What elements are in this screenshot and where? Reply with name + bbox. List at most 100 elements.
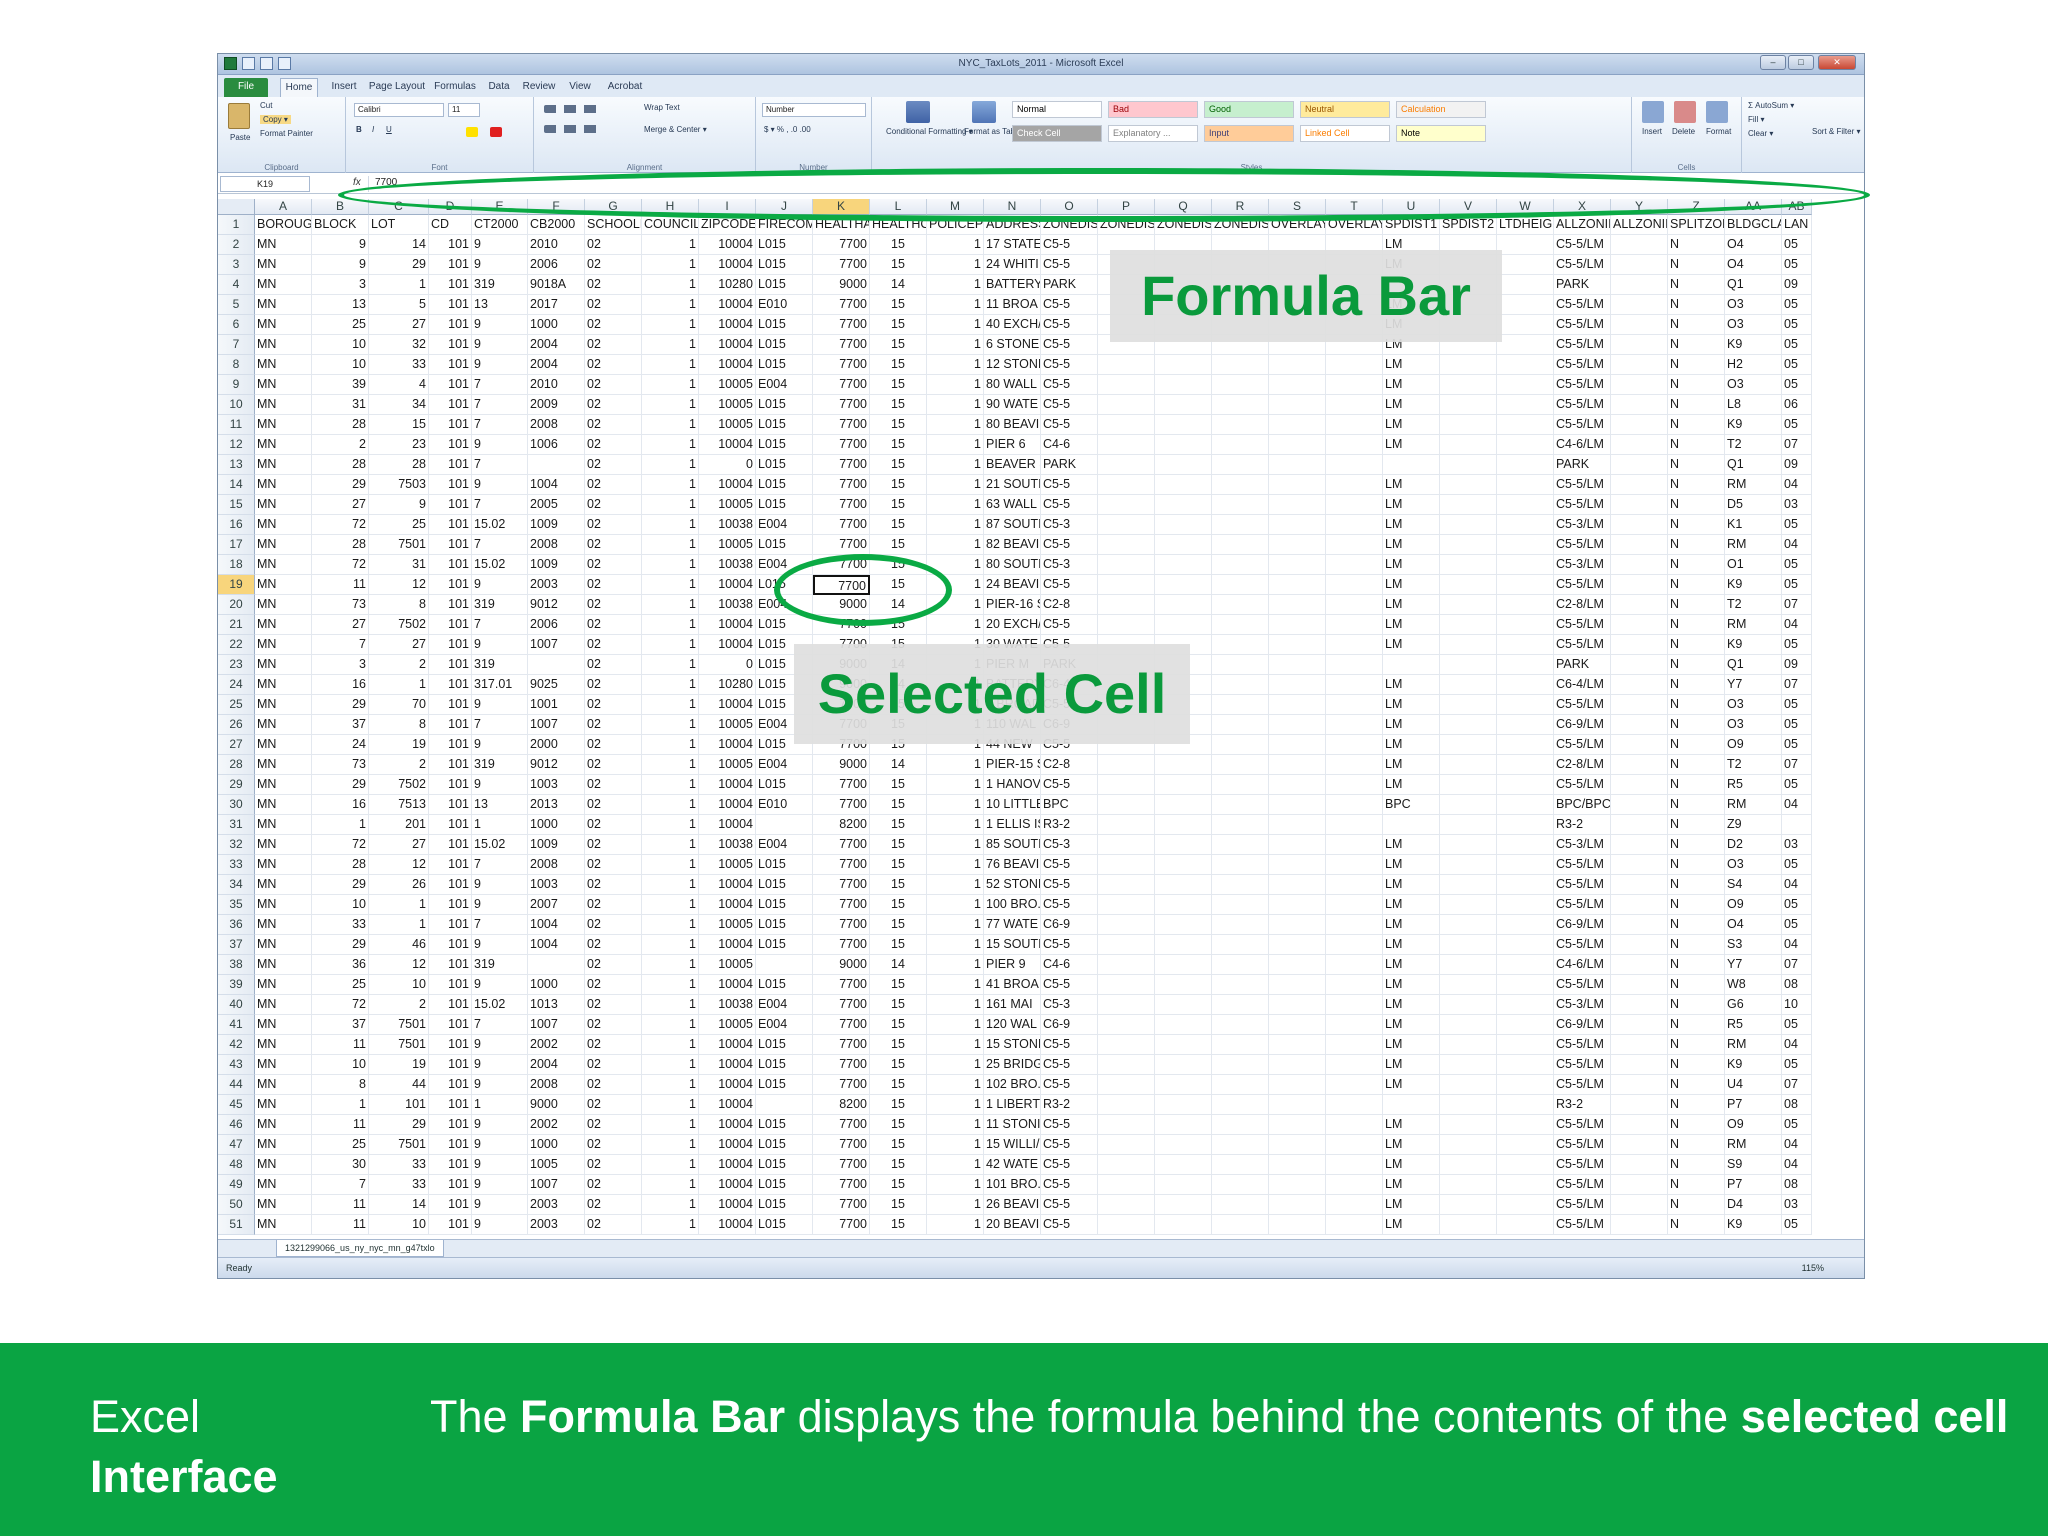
table-cell[interactable]: 1: [927, 395, 984, 415]
table-cell[interactable]: 1: [642, 1015, 699, 1035]
table-cell[interactable]: 02: [585, 895, 642, 915]
table-cell[interactable]: L015: [756, 495, 813, 515]
table-cell[interactable]: LM: [1383, 895, 1440, 915]
table-cell[interactable]: 101 BRO.: [984, 1175, 1041, 1195]
table-cell[interactable]: 2003: [528, 1195, 585, 1215]
column-title-cell[interactable]: LAN: [1782, 215, 1812, 235]
table-cell[interactable]: N: [1668, 875, 1725, 895]
table-cell[interactable]: [1269, 775, 1326, 795]
table-cell[interactable]: 46: [369, 935, 429, 955]
table-cell[interactable]: 0: [699, 455, 756, 475]
table-cell[interactable]: 1: [312, 815, 369, 835]
table-cell[interactable]: 9: [472, 235, 528, 255]
table-cell[interactable]: [1212, 1195, 1269, 1215]
table-cell[interactable]: [1497, 855, 1554, 875]
table-cell[interactable]: 10: [369, 1215, 429, 1235]
table-cell[interactable]: 1: [369, 895, 429, 915]
table-cell[interactable]: [1440, 735, 1497, 755]
table-cell[interactable]: [756, 815, 813, 835]
cell-style-good[interactable]: Good: [1204, 101, 1294, 118]
table-cell[interactable]: 10280: [699, 275, 756, 295]
table-cell[interactable]: LM: [1383, 855, 1440, 875]
table-cell[interactable]: 05: [1782, 235, 1812, 255]
table-cell[interactable]: 16: [312, 795, 369, 815]
table-cell[interactable]: 101: [429, 1055, 472, 1075]
table-cell[interactable]: 2008: [528, 855, 585, 875]
column-title-cell[interactable]: CB2000: [528, 215, 585, 235]
table-cell[interactable]: 319: [472, 955, 528, 975]
table-cell[interactable]: [1212, 835, 1269, 855]
table-cell[interactable]: [1440, 515, 1497, 535]
table-cell[interactable]: [1326, 715, 1383, 735]
table-cell[interactable]: 1: [927, 315, 984, 335]
table-cell[interactable]: 02: [585, 395, 642, 415]
table-cell[interactable]: 09: [1782, 655, 1812, 675]
table-cell[interactable]: LM: [1383, 695, 1440, 715]
table-cell[interactable]: N: [1668, 455, 1725, 475]
table-cell[interactable]: 05: [1782, 555, 1812, 575]
table-cell[interactable]: [1269, 975, 1326, 995]
table-cell[interactable]: 10004: [699, 435, 756, 455]
table-cell[interactable]: H2: [1725, 355, 1782, 375]
table-cell[interactable]: [1269, 915, 1326, 935]
table-cell[interactable]: [1440, 915, 1497, 935]
table-cell[interactable]: MN: [255, 755, 312, 775]
table-cell[interactable]: 03: [1782, 835, 1812, 855]
table-cell[interactable]: [1155, 935, 1212, 955]
table-cell[interactable]: 7700: [813, 475, 870, 495]
table-cell[interactable]: Y7: [1725, 955, 1782, 975]
table-cell[interactable]: [1269, 1175, 1326, 1195]
table-cell[interactable]: Y7: [1725, 675, 1782, 695]
copy-button[interactable]: Copy ▾: [260, 115, 291, 124]
format-as-table-icon[interactable]: [972, 101, 996, 123]
table-cell[interactable]: N: [1668, 315, 1725, 335]
table-cell[interactable]: MN: [255, 575, 312, 595]
table-cell[interactable]: U4: [1725, 1075, 1782, 1095]
table-cell[interactable]: MN: [255, 975, 312, 995]
table-cell[interactable]: PIER-16 S: [984, 595, 1041, 615]
table-cell[interactable]: [1497, 675, 1554, 695]
table-cell[interactable]: C5-5/LM: [1554, 1115, 1611, 1135]
table-cell[interactable]: 23: [369, 435, 429, 455]
table-cell[interactable]: 10: [369, 975, 429, 995]
table-cell[interactable]: 101: [429, 855, 472, 875]
row-header[interactable]: 39: [218, 975, 255, 995]
table-cell[interactable]: 101: [429, 275, 472, 295]
table-cell[interactable]: 02: [585, 1035, 642, 1055]
table-cell[interactable]: 10038: [699, 995, 756, 1015]
table-cell[interactable]: [1497, 315, 1554, 335]
table-cell[interactable]: PARK: [1041, 275, 1098, 295]
table-cell[interactable]: 9: [472, 1215, 528, 1235]
table-cell[interactable]: 10004: [699, 235, 756, 255]
table-cell[interactable]: [1497, 235, 1554, 255]
table-cell[interactable]: 1: [642, 235, 699, 255]
table-cell[interactable]: 1: [642, 1055, 699, 1075]
table-cell[interactable]: [1155, 875, 1212, 895]
table-cell[interactable]: 1: [472, 815, 528, 835]
table-cell[interactable]: L015: [756, 1135, 813, 1155]
table-cell[interactable]: 2005: [528, 495, 585, 515]
table-cell[interactable]: MN: [255, 475, 312, 495]
table-cell[interactable]: [1155, 455, 1212, 475]
table-cell[interactable]: 02: [585, 1095, 642, 1115]
table-cell[interactable]: 02: [585, 355, 642, 375]
table-cell[interactable]: 09: [1782, 455, 1812, 475]
table-cell[interactable]: 02: [585, 1055, 642, 1075]
table-cell[interactable]: [1611, 1115, 1668, 1135]
row-header[interactable]: 6: [218, 315, 255, 335]
table-cell[interactable]: [1611, 675, 1668, 695]
table-cell[interactable]: L015: [756, 975, 813, 995]
table-cell[interactable]: 1: [642, 915, 699, 935]
table-cell[interactable]: [1611, 955, 1668, 975]
table-cell[interactable]: 02: [585, 455, 642, 475]
table-cell[interactable]: 29: [369, 255, 429, 275]
table-cell[interactable]: [1440, 855, 1497, 875]
table-cell[interactable]: [1212, 395, 1269, 415]
table-cell[interactable]: 101: [429, 375, 472, 395]
table-cell[interactable]: 101: [429, 675, 472, 695]
table-cell[interactable]: [1269, 1155, 1326, 1175]
table-cell[interactable]: T2: [1725, 755, 1782, 775]
table-cell[interactable]: R3-2: [1041, 1095, 1098, 1115]
table-cell[interactable]: 319: [472, 595, 528, 615]
table-cell[interactable]: [1782, 815, 1812, 835]
